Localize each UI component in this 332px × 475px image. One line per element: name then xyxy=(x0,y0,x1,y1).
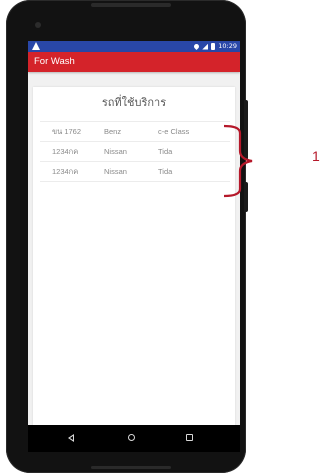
bottom-speaker xyxy=(91,466,171,469)
app-title: For Wash xyxy=(34,56,75,67)
car-plate: ขน 1762 xyxy=(52,126,82,136)
car-brand: Nissan xyxy=(104,147,127,156)
app-bar: For Wash xyxy=(28,52,240,72)
car-row[interactable]: ขน 1762 Benz c-e Class xyxy=(40,121,230,142)
home-icon[interactable] xyxy=(128,434,135,441)
car-plate: 1234กค xyxy=(52,166,79,176)
notification-triangle-icon xyxy=(32,42,40,50)
navigation-bar xyxy=(28,425,240,452)
signal-icon xyxy=(202,43,209,50)
annotation-label: 1 xyxy=(312,148,320,164)
car-model: Tida xyxy=(158,167,173,176)
car-plate: 1234กค xyxy=(52,146,79,156)
phone-screen: 10:29 For Wash รถที่ใช้บริการ ขน 1762 Ben… xyxy=(28,41,240,452)
annotation-brace xyxy=(223,124,253,198)
status-bar: 10:29 xyxy=(28,41,240,52)
status-time: 10:29 xyxy=(218,42,237,50)
location-icon xyxy=(193,42,201,51)
page-title: รถที่ใช้บริการ xyxy=(101,96,167,109)
car-row[interactable]: 1234กค Nissan Tida xyxy=(40,142,230,162)
recents-icon[interactable] xyxy=(186,434,193,441)
brace-path xyxy=(223,124,253,198)
car-row[interactable]: 1234กค Nissan Tida xyxy=(40,162,230,182)
car-model: Tida xyxy=(158,147,173,156)
battery-icon xyxy=(211,43,216,50)
status-icons: 10:29 xyxy=(193,41,237,52)
front-camera-icon xyxy=(35,22,41,28)
earpiece-speaker xyxy=(91,3,171,7)
car-model: c-e Class xyxy=(158,127,190,136)
car-brand: Nissan xyxy=(104,167,127,176)
car-brand: Benz xyxy=(104,127,122,136)
screenshot-stage: 10:29 For Wash รถที่ใช้บริการ ขน 1762 Ben… xyxy=(0,0,332,475)
car-list: ขน 1762 Benz c-e Class 1234กค Nissan Tida 1234… xyxy=(40,121,230,182)
phone-frame: 10:29 For Wash รถที่ใช้บริการ ขน 1762 Ben… xyxy=(6,0,246,473)
back-icon[interactable] xyxy=(68,434,74,442)
